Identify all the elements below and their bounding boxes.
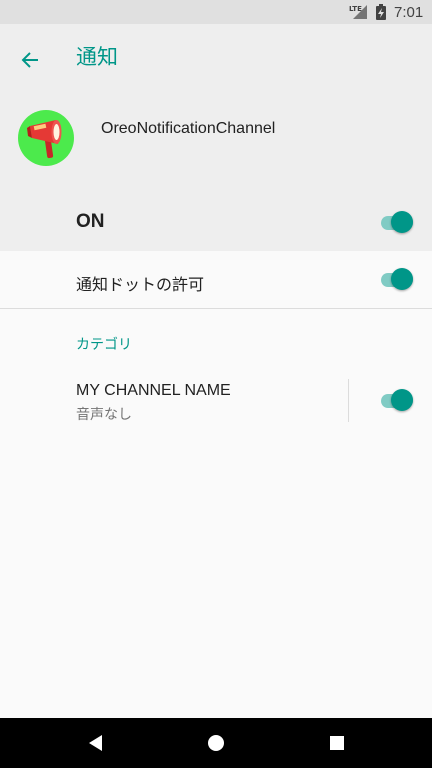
signal-icon xyxy=(353,5,367,19)
status-bar: LTE 7:01 xyxy=(0,0,432,24)
arrow-left-icon xyxy=(21,52,38,68)
navigation-bar xyxy=(0,718,432,768)
nav-back-button[interactable] xyxy=(82,729,110,757)
channel-name: MY CHANNEL NAME xyxy=(76,382,231,399)
section-divider xyxy=(0,308,432,309)
nav-home-button[interactable] xyxy=(202,729,230,757)
megaphone-icon xyxy=(27,120,62,159)
master-switch-label: ON xyxy=(76,211,105,232)
circle-home-icon xyxy=(208,735,224,751)
category-header: カテゴリ xyxy=(76,336,132,352)
page-title: 通知 xyxy=(76,46,118,69)
app-name: OreoNotificationChannel xyxy=(101,120,276,137)
channel-divider xyxy=(348,379,349,422)
notification-dot-switch[interactable] xyxy=(379,268,415,292)
notification-dot-label: 通知ドットの許可 xyxy=(76,277,205,294)
channel-switch[interactable] xyxy=(379,389,415,413)
switch-thumb xyxy=(391,211,413,233)
nav-recents-button[interactable] xyxy=(323,729,351,757)
triangle-back-icon xyxy=(89,735,102,751)
square-recents-icon xyxy=(330,736,344,750)
app-header: 通知 OreoNotificationChannel ON xyxy=(0,24,432,251)
status-time: 7:01 xyxy=(394,4,424,21)
app-icon xyxy=(18,110,74,166)
master-switch[interactable] xyxy=(379,211,415,235)
switch-thumb xyxy=(391,268,413,290)
switch-thumb xyxy=(391,389,413,411)
battery-charging-icon xyxy=(376,4,386,20)
channel-summary: 音声なし xyxy=(76,406,132,422)
back-button[interactable] xyxy=(12,42,48,78)
